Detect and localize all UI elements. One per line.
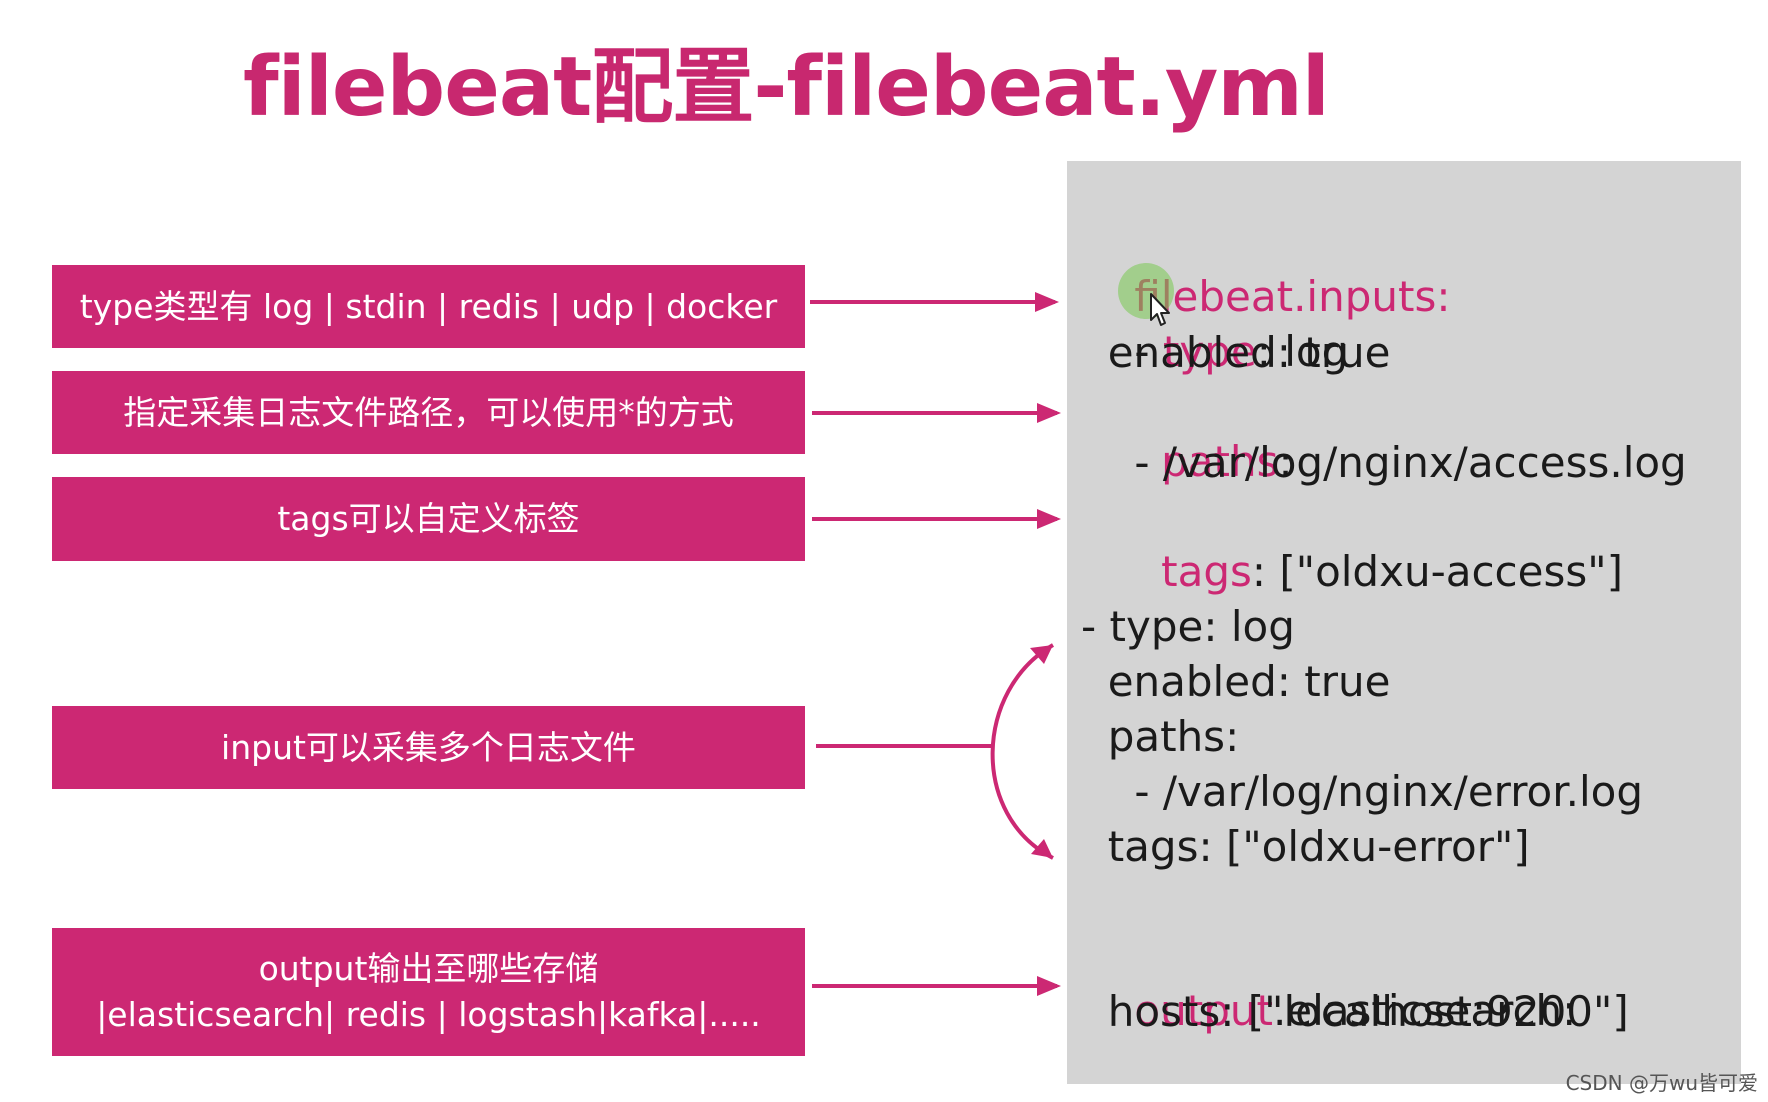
arrow-multi-head-bottom <box>1031 839 1053 858</box>
connector-arrows <box>810 292 1061 996</box>
arrow-multi-curve <box>990 643 1055 860</box>
slide: filebeat配置-filebeat.yml type类型有 log | st… <box>0 0 1768 1102</box>
watermark: CSDN @万wu皆可爱 <box>1565 1071 1758 1095</box>
